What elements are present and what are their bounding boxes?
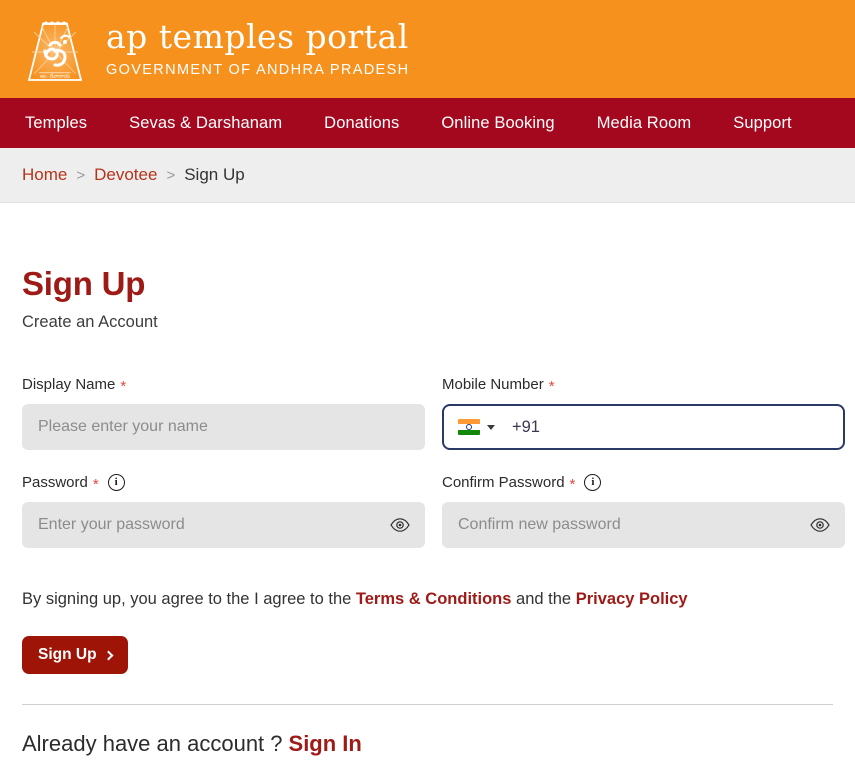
chevron-down-icon[interactable] <box>487 424 495 430</box>
signup-button-label: Sign Up <box>38 646 97 664</box>
main-navigation: Temples Sevas & Darshanam Donations Onli… <box>0 98 855 148</box>
chevron-right-icon <box>103 650 114 661</box>
nav-item-support[interactable]: Support <box>733 114 792 133</box>
label-password: Password * i <box>22 472 425 492</box>
page-subtitle: Create an Account <box>22 313 158 331</box>
breadcrumb-separator: > <box>166 166 176 184</box>
label-password-text: Password <box>22 473 88 491</box>
password-input-wrap <box>22 502 425 548</box>
required-marker: * <box>569 475 576 493</box>
signin-prompt: Already have an account ? Sign In <box>22 731 833 757</box>
india-flag-icon <box>458 419 480 435</box>
already-have-account-text: Already have an account ? <box>22 731 283 757</box>
eye-icon[interactable] <box>390 515 410 535</box>
nav-item-sevas-darshanam[interactable]: Sevas & Darshanam <box>129 114 282 133</box>
terms-prefix: By signing up, you agree to the I agree … <box>22 590 352 608</box>
field-display-name: Display Name * <box>22 374 425 450</box>
field-confirm-password: Confirm Password * i <box>442 472 845 548</box>
breadcrumb: Home > Devotee > Sign Up <box>0 148 855 203</box>
terms-middle: and the <box>516 590 572 608</box>
brand-title: ap temples portal <box>106 17 409 56</box>
signup-form: Display Name * Mobile Number * +91 <box>22 374 845 570</box>
confirm-password-input[interactable] <box>442 502 845 548</box>
privacy-policy-link[interactable]: Privacy Policy <box>576 590 688 608</box>
brand-subtitle: GOVERNMENT OF ANDHRA PRADESH <box>106 62 410 78</box>
label-display-name-text: Display Name <box>22 375 116 393</box>
breadcrumb-separator: > <box>76 166 86 184</box>
nav-item-online-booking[interactable]: Online Booking <box>441 114 554 133</box>
brand-text: ap temples portal GOVERNMENT OF ANDHRA P… <box>106 20 409 78</box>
label-confirm-password-text: Confirm Password <box>442 473 565 491</box>
sign-in-link[interactable]: Sign In <box>289 731 362 756</box>
display-name-input[interactable] <box>22 404 425 450</box>
required-marker: * <box>92 475 99 493</box>
section-divider <box>22 704 833 706</box>
temple-gopuram-om-icon: ఆం. దేవాదాయ <box>22 12 88 87</box>
site-header: ఆం. దేవాదాయ ap temples portal GOVERNMENT… <box>0 0 855 98</box>
signup-button[interactable]: Sign Up <box>22 636 128 675</box>
mobile-number-input-wrap[interactable]: +91 <box>442 404 845 450</box>
label-mobile-number: Mobile Number * <box>442 374 845 394</box>
page-title: Sign Up <box>22 265 146 302</box>
password-input[interactable] <box>22 502 425 548</box>
terms-conditions-link[interactable]: Terms & Conditions <box>356 590 512 608</box>
field-password: Password * i <box>22 472 425 548</box>
label-mobile-number-text: Mobile Number <box>442 375 544 393</box>
label-display-name: Display Name * <box>22 374 425 394</box>
eye-icon[interactable] <box>810 515 830 535</box>
required-marker: * <box>548 377 555 395</box>
dial-code: +91 <box>512 417 540 436</box>
brand-logo[interactable]: ఆం. దేవాదాయ ap temples portal GOVERNMENT… <box>22 12 409 87</box>
field-mobile-number: Mobile Number * +91 <box>442 374 845 450</box>
info-circle-icon[interactable]: i <box>107 473 125 491</box>
nav-item-media-room[interactable]: Media Room <box>597 114 692 133</box>
required-marker: * <box>120 377 127 395</box>
nav-item-donations[interactable]: Donations <box>324 114 399 133</box>
confirm-password-input-wrap <box>442 502 845 548</box>
breadcrumb-item-home[interactable]: Home <box>22 165 67 185</box>
display-name-input-wrap <box>22 404 425 450</box>
terms-text: By signing up, you agree to the I agree … <box>22 588 833 611</box>
info-circle-icon[interactable]: i <box>584 473 602 491</box>
breadcrumb-item-devotee[interactable]: Devotee <box>94 165 157 185</box>
nav-item-temples[interactable]: Temples <box>25 114 87 133</box>
svg-text:ఆం. దేవాదాయ: ఆం. దేవాదాయ <box>40 72 71 79</box>
breadcrumb-item-sign-up: Sign Up <box>184 165 245 184</box>
main-content: Sign Up Create an Account Display Name *… <box>0 265 855 758</box>
label-confirm-password: Confirm Password * i <box>442 472 845 492</box>
